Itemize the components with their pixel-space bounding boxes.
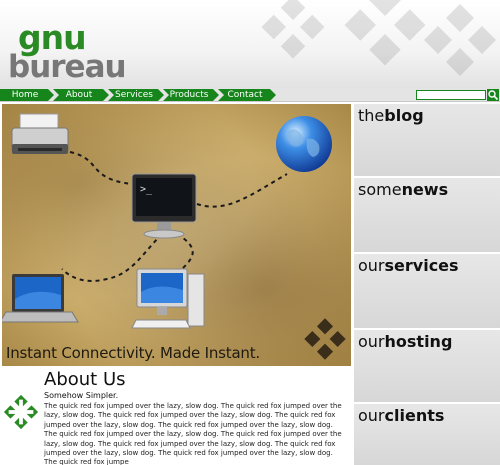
knot-watermark-icon [261, 0, 325, 59]
about-body: The quick red fox jumped over the lazy, … [44, 402, 342, 465]
sidebar-item-label: ourhosting [358, 332, 453, 351]
sidebar-item-label: somenews [358, 180, 449, 199]
sidebar-item-label: ourclients [358, 406, 445, 425]
nav-about[interactable]: About [53, 89, 109, 101]
globe-icon [276, 116, 332, 172]
sidebar-item-label: ourservices [358, 256, 459, 275]
sidebar-item-services[interactable]: ourservices [354, 254, 500, 328]
sidebar: theblog somenews ourservices ourhosting … [354, 104, 500, 465]
site-header: gnu bureau [0, 0, 500, 88]
nav-home[interactable]: Home [0, 89, 54, 101]
knot-watermark-icon [344, 0, 426, 66]
hero-tagline: Instant Connectivity. Made Instant. [6, 344, 260, 362]
sidebar-item-clients[interactable]: ourclients [354, 404, 500, 465]
nav-services[interactable]: Services [108, 89, 164, 101]
sidebar-item-label: theblog [358, 106, 424, 125]
search-input[interactable] [416, 90, 486, 100]
desktop-pc-icon [131, 268, 205, 329]
knot-logo-icon [304, 318, 346, 360]
hero-banner: >_ Instant Connectivity. Made Instant. [2, 104, 351, 366]
sidebar-item-news[interactable]: somenews [354, 178, 500, 252]
knot-logo-icon [3, 394, 39, 430]
monitor-icon: >_ [131, 173, 197, 239]
about-title: About Us [44, 369, 126, 390]
laptop-icon [2, 274, 79, 323]
logo-line-2: bureau [8, 49, 127, 85]
search-button[interactable] [487, 89, 499, 101]
svg-text:>_: >_ [140, 184, 153, 195]
sidebar-item-hosting[interactable]: ourhosting [354, 330, 500, 402]
nav-contact[interactable]: Contact [218, 89, 276, 101]
network-illustration: >_ [2, 113, 346, 360]
printer-icon [11, 113, 69, 154]
sidebar-item-blog[interactable]: theblog [354, 104, 500, 176]
nav-products[interactable]: Products [163, 89, 219, 101]
search-icon [488, 90, 499, 101]
site-logo[interactable]: gnu bureau [8, 14, 133, 85]
knot-watermark-icon [424, 4, 496, 76]
about-subtitle: Somehow Simpler. [44, 391, 119, 400]
